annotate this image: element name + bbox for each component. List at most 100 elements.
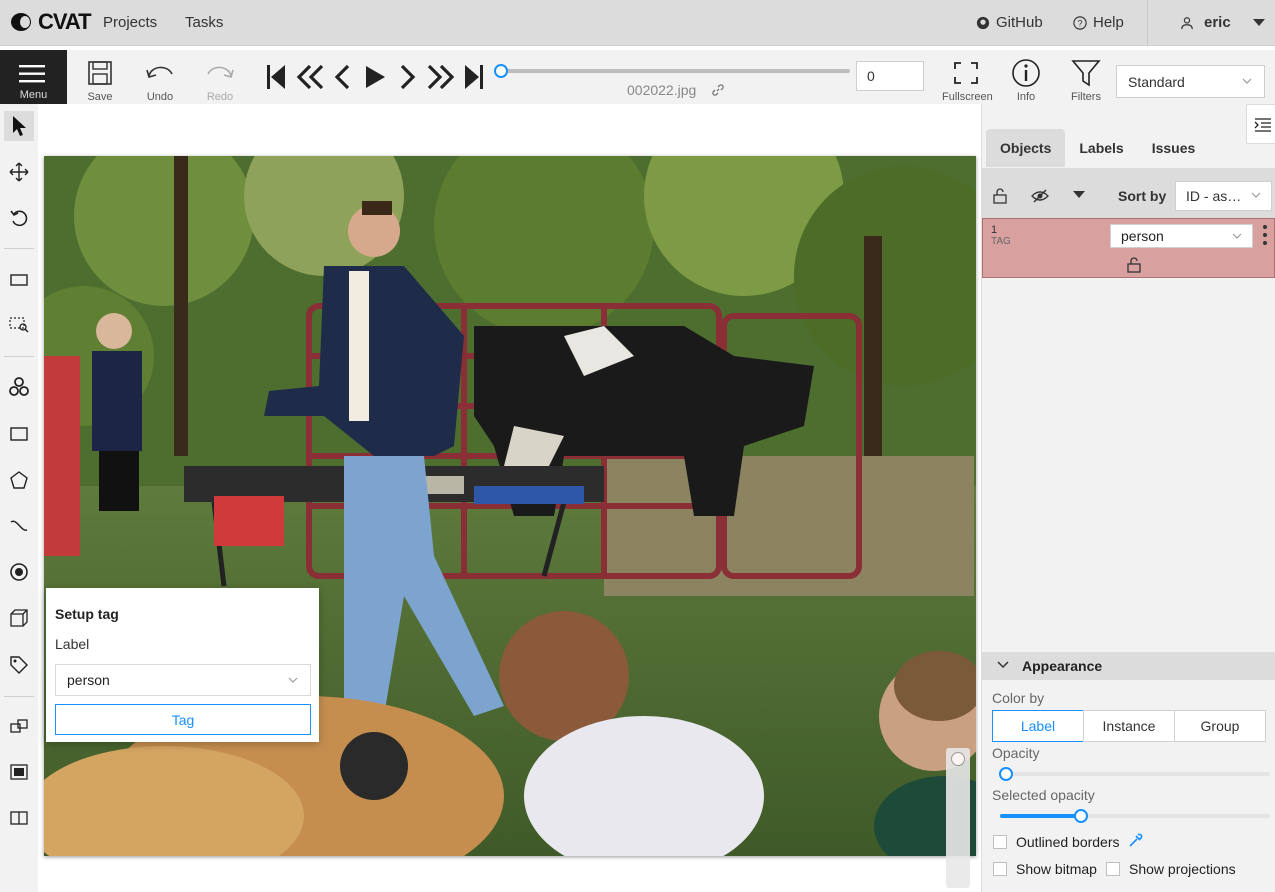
redo-button[interactable]: Redo <box>203 60 237 103</box>
menu-button[interactable]: Menu <box>0 50 67 104</box>
rectangle-icon <box>10 427 28 441</box>
opacity-label: Opacity <box>992 745 1040 761</box>
polygon-icon <box>10 471 28 489</box>
selected-opacity-handle[interactable] <box>1074 809 1088 823</box>
group-tool[interactable] <box>4 757 34 787</box>
label-select[interactable]: person <box>55 664 311 696</box>
tab-objects[interactable]: Objects <box>986 129 1066 167</box>
more-icon[interactable] <box>1260 224 1270 246</box>
color-by-instance-option[interactable]: Instance <box>1083 710 1175 742</box>
opacity-slider-handle[interactable] <box>999 767 1013 781</box>
merge-tool[interactable] <box>4 711 34 741</box>
color-by-group-option[interactable]: Group <box>1174 710 1266 742</box>
link-icon[interactable] <box>711 83 725 97</box>
split-icon <box>10 811 28 825</box>
info-button[interactable]: Info <box>1009 58 1043 103</box>
zoom-region-tool[interactable] <box>4 310 34 340</box>
chevron-down-icon <box>1232 233 1242 239</box>
undo-label: Undo <box>146 91 174 103</box>
tab-issues[interactable]: Issues <box>1138 129 1210 167</box>
question-circle-icon: ? <box>1073 15 1087 30</box>
sidebar-tabs: Objects Labels Issues <box>986 129 1209 167</box>
save-label: Save <box>87 91 113 103</box>
help-link[interactable]: ? Help <box>1073 14 1124 31</box>
filters-button[interactable]: Filters <box>1069 58 1103 103</box>
ai-tools[interactable] <box>4 372 34 402</box>
frame-image[interactable] <box>44 156 976 856</box>
object-type: TAG <box>991 236 1011 247</box>
tab-labels[interactable]: Labels <box>1065 129 1137 167</box>
eye-invisible-icon[interactable] <box>1031 188 1049 204</box>
github-label: GitHub <box>996 14 1043 31</box>
opacity-slider[interactable] <box>1000 772 1270 776</box>
cvat-logo-icon <box>11 13 31 31</box>
next-frame-icon[interactable] <box>397 62 417 92</box>
cvat-logo[interactable]: CVAT <box>10 9 92 35</box>
caret-down-icon[interactable] <box>1073 191 1085 199</box>
tag-button[interactable]: Tag <box>55 704 311 735</box>
fast-forward-icon[interactable] <box>426 62 456 92</box>
undo-button[interactable]: Undo <box>143 60 177 103</box>
last-frame-icon[interactable] <box>463 62 485 92</box>
outlined-borders-checkbox[interactable] <box>993 835 1007 849</box>
unlock-icon[interactable] <box>993 188 1007 204</box>
sort-select-value: ID - as… <box>1186 188 1242 204</box>
show-projections-checkbox[interactable] <box>1106 862 1120 876</box>
redo-label: Redo <box>206 91 234 103</box>
draw-points-tool[interactable] <box>4 557 34 587</box>
fit-image-tool[interactable] <box>4 265 34 295</box>
menu-fold-icon <box>1254 118 1271 132</box>
group-icon <box>10 764 28 780</box>
frame-slider[interactable] <box>500 69 850 73</box>
eyedropper-icon[interactable] <box>1128 833 1143 848</box>
show-bitmap-checkbox[interactable] <box>993 862 1007 876</box>
filter-icon <box>1071 60 1101 87</box>
object-id: 1 <box>991 224 998 236</box>
draw-rectangle-tool[interactable] <box>4 419 34 449</box>
user-menu[interactable]: eric <box>1180 14 1265 31</box>
frame-slider-handle[interactable] <box>494 64 508 78</box>
frame-filename: 002022.jpg <box>627 82 697 98</box>
popover-title: Setup tag <box>55 606 119 622</box>
info-icon <box>1012 59 1040 87</box>
zoom-slider-handle[interactable] <box>951 752 965 766</box>
rotate-tool[interactable] <box>4 203 34 233</box>
chevron-down-icon <box>1242 78 1252 84</box>
zoom-region-icon <box>9 317 29 333</box>
object-label-select[interactable]: person <box>1110 224 1253 248</box>
move-tool[interactable] <box>4 157 34 187</box>
play-icon[interactable] <box>363 62 387 92</box>
fast-backward-icon[interactable] <box>295 62 325 92</box>
selected-opacity-fill <box>1000 814 1081 818</box>
filters-label: Filters <box>1071 91 1101 103</box>
show-projections-label: Show projections <box>1129 861 1236 877</box>
first-frame-icon[interactable] <box>265 62 287 92</box>
color-by-label-option[interactable]: Label <box>992 710 1084 742</box>
draw-polyline-tool[interactable] <box>4 511 34 541</box>
menu-label: Menu <box>19 89 48 101</box>
fullscreen-button[interactable]: Fullscreen <box>942 60 993 103</box>
outlined-borders-label: Outlined borders <box>1016 834 1120 850</box>
canvas-zoom-slider[interactable] <box>946 748 970 888</box>
redo-icon <box>207 66 234 78</box>
cuboid-icon <box>10 609 28 627</box>
nav-projects[interactable]: Projects <box>103 14 157 31</box>
ai-tools-icon <box>9 377 29 396</box>
draw-cuboid-tool[interactable] <box>4 603 34 633</box>
object-unlock-icon[interactable] <box>1127 257 1141 273</box>
workspace-select[interactable]: Standard <box>1116 65 1265 98</box>
previous-frame-icon[interactable] <box>333 62 353 92</box>
frame-number-input[interactable]: 0 <box>856 61 924 91</box>
split-tool[interactable] <box>4 803 34 833</box>
setup-tag-tool[interactable] <box>4 650 34 680</box>
sidebar-collapse-button[interactable] <box>1246 104 1275 144</box>
save-button[interactable]: Save <box>84 60 116 103</box>
top-header: CVAT Projects Tasks GitHub ? Help eric <box>0 0 1275 46</box>
appearance-header[interactable]: Appearance <box>982 652 1275 680</box>
undo-icon <box>146 66 173 78</box>
draw-polygon-tool[interactable] <box>4 465 34 495</box>
nav-tasks[interactable]: Tasks <box>185 14 223 31</box>
github-link[interactable]: GitHub <box>976 14 1043 31</box>
header-divider <box>1147 0 1148 45</box>
cursor-tool[interactable] <box>4 111 34 141</box>
